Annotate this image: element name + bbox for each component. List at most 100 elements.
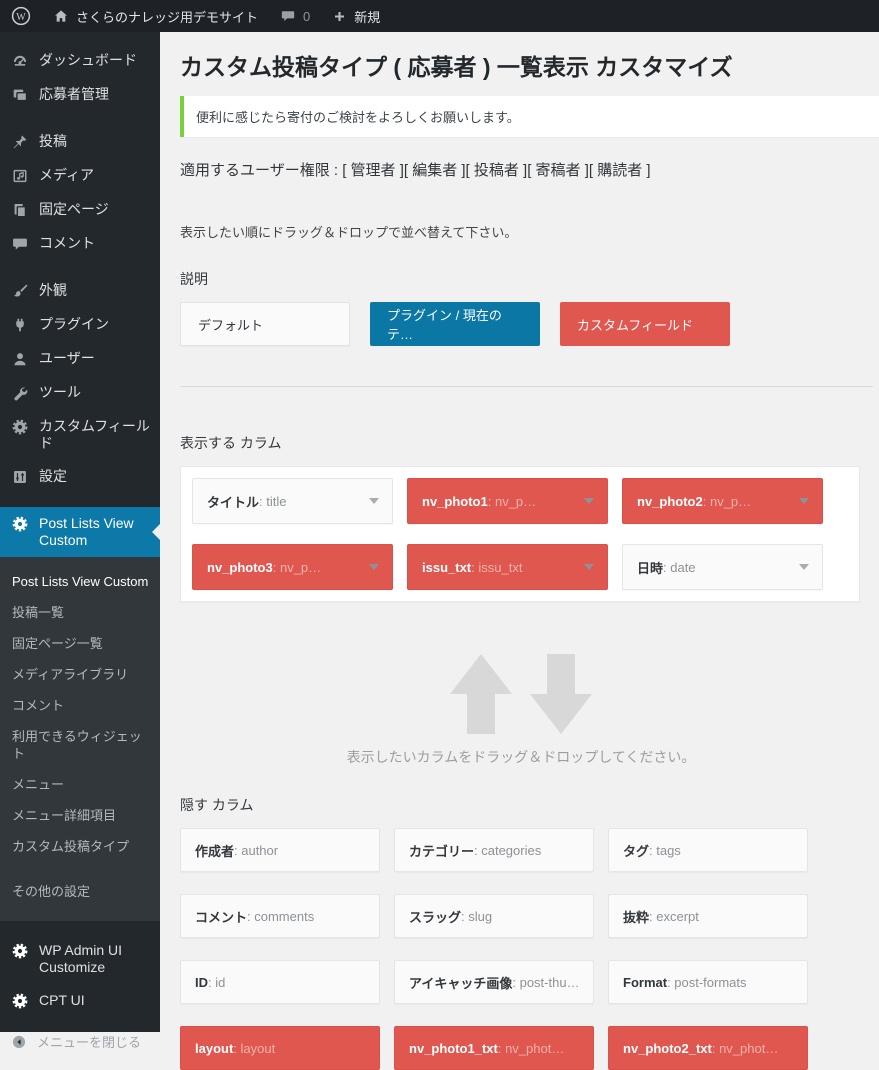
column-name: nv_photo1_txt	[409, 1041, 498, 1056]
wrench-icon	[11, 384, 29, 402]
submenu-item[interactable]: メディアライブラリ	[0, 659, 160, 690]
column-key: : post-thu…	[512, 975, 579, 990]
description-option-button[interactable]: カスタムフィールド	[560, 302, 730, 346]
sidebar-item-label: コメント	[39, 235, 151, 252]
wp-logo-button[interactable]: W	[0, 0, 42, 32]
column-name: Format	[623, 975, 667, 990]
sidebar-menu: ダッシュボード応募者管理投稿メディア固定ページコメント外観プラグインユーザーツー…	[0, 32, 160, 557]
sort-instruction: 表示したい順にドラッグ＆ドロップで並べ替えて下さい。	[180, 222, 879, 241]
submenu-item[interactable]: メニュー詳細項目	[0, 800, 160, 831]
gear-icon	[11, 418, 29, 436]
gear-icon	[11, 942, 29, 960]
hidden-column-box[interactable]: Format : post-formats	[608, 960, 808, 1004]
new-content-menu[interactable]: 新規	[321, 0, 391, 32]
caret-down-icon	[369, 498, 379, 504]
collapse-menu-button[interactable]: メニューを閉じる	[0, 1023, 160, 1059]
sidebar-item-label: 応募者管理	[39, 86, 151, 103]
description-label: 説明	[180, 269, 879, 289]
media-icon	[11, 167, 29, 185]
visible-column-dropdown[interactable]: nv_photo2 : nv_p…	[622, 478, 823, 524]
sidebar-item[interactable]: 応募者管理	[0, 78, 160, 112]
sidebar-item[interactable]: 投稿	[0, 125, 160, 159]
submenu-item[interactable]: 利用できるウィジェット	[0, 721, 160, 769]
column-key: : title	[259, 494, 286, 509]
sidebar-item-label: 投稿	[39, 133, 151, 150]
column-key: : nv_p…	[273, 560, 321, 575]
description-option-button[interactable]: デフォルト	[180, 302, 350, 346]
brush-icon	[11, 282, 29, 300]
sidebar-item[interactable]: コメント	[0, 227, 160, 261]
sidebar-item-label: Post Lists View Custom	[39, 515, 151, 549]
new-label: 新規	[354, 7, 380, 26]
column-name: nv_photo3	[207, 560, 273, 575]
sidebar-item-label: ダッシュボード	[39, 52, 151, 69]
caret-down-icon	[584, 564, 594, 570]
submenu-item[interactable]: 投稿一覧	[0, 597, 160, 628]
pages-icon	[11, 201, 29, 219]
caret-down-icon	[584, 498, 594, 504]
admin-bar: W さくらのナレッジ用デモサイト 0 新規	[0, 0, 879, 32]
sidebar-item[interactable]: 外観	[0, 274, 160, 308]
column-key: : nv_p…	[703, 494, 751, 509]
hidden-column-box[interactable]: カテゴリー : categories	[394, 828, 594, 872]
column-name: nv_photo1	[422, 494, 488, 509]
hidden-column-box[interactable]: タグ : tags	[608, 828, 808, 872]
visible-column-dropdown[interactable]: タイトル : title	[192, 478, 393, 524]
hidden-column-box[interactable]: nv_photo1_txt : nv_phot…	[394, 1026, 594, 1070]
hidden-column-box[interactable]: layout : layout	[180, 1026, 380, 1070]
visible-columns-dropzone[interactable]: タイトル : titlenv_photo1 : nv_p…nv_photo2 :…	[180, 466, 860, 602]
visible-column-dropdown[interactable]: issu_txt : issu_txt	[407, 544, 608, 590]
comment-icon	[11, 235, 29, 253]
column-key: : id	[208, 975, 225, 990]
column-key: : nv_phot…	[498, 1041, 565, 1056]
sidebar-item[interactable]: ダッシュボード	[0, 44, 160, 78]
sidebar-item[interactable]: ツール	[0, 376, 160, 410]
sidebar-item[interactable]: ユーザー	[0, 342, 160, 376]
sidebar-item-label: カスタムフィールド	[39, 418, 151, 452]
hidden-column-box[interactable]: 作成者 : author	[180, 828, 380, 872]
hidden-column-box[interactable]: コメント : comments	[180, 894, 380, 938]
submenu-item[interactable]: その他の設定	[0, 876, 160, 907]
sidebar-item[interactable]: 設定	[0, 460, 160, 494]
column-name: カテゴリー	[409, 841, 474, 860]
sliders-icon	[11, 468, 29, 486]
description-option-button[interactable]: プラグイン / 現在のテ…	[370, 302, 540, 346]
visible-column-dropdown[interactable]: nv_photo3 : nv_p…	[192, 544, 393, 590]
hidden-column-box[interactable]: ID : id	[180, 960, 380, 1004]
sidebar-item-active[interactable]: Post Lists View Custom	[0, 507, 160, 557]
caret-down-icon	[799, 564, 809, 570]
hidden-columns-label: 隠す カラム	[180, 795, 879, 815]
comment-count: 0	[303, 9, 310, 24]
collapse-arrow-icon	[11, 1034, 27, 1050]
column-key: : excerpt	[649, 909, 699, 924]
sidebar-item-label: 外観	[39, 282, 151, 299]
column-key: : slug	[461, 909, 492, 924]
sidebar-item[interactable]: CPT UI	[0, 984, 160, 1018]
submenu-item[interactable]: カスタム投稿タイプ	[0, 831, 160, 862]
page-title: カスタム投稿タイプ ( 応募者 ) 一覧表示 カスタマイズ	[180, 32, 879, 82]
hidden-column-box[interactable]: スラッグ : slug	[394, 894, 594, 938]
visible-columns-label: 表示する カラム	[180, 433, 879, 453]
submenu-item[interactable]: 固定ページ一覧	[0, 628, 160, 659]
sidebar-item[interactable]: カスタムフィールド	[0, 410, 160, 460]
sidebar-item-label: WP Admin UI Customize	[39, 942, 151, 976]
column-key: : comments	[247, 909, 314, 924]
sidebar-item-label: プラグイン	[39, 316, 151, 333]
submenu-item[interactable]: メニュー	[0, 769, 160, 800]
caret-down-icon	[799, 498, 809, 504]
sidebar-item[interactable]: WP Admin UI Customize	[0, 934, 160, 984]
visible-column-dropdown[interactable]: 日時 : date	[622, 544, 823, 590]
submenu-item[interactable]: Post Lists View Custom	[0, 566, 160, 597]
hidden-column-box[interactable]: 抜粋 : excerpt	[608, 894, 808, 938]
sidebar-item[interactable]: プラグイン	[0, 308, 160, 342]
hidden-column-box[interactable]: アイキャッチ画像 : post-thu…	[394, 960, 594, 1004]
comments-link[interactable]: 0	[269, 0, 321, 32]
hidden-column-box[interactable]: nv_photo2_txt : nv_phot…	[608, 1026, 808, 1070]
site-home-link[interactable]: さくらのナレッジ用デモサイト	[42, 0, 269, 32]
column-key: : issu_txt	[471, 560, 522, 575]
sidebar-item[interactable]: 固定ページ	[0, 193, 160, 227]
column-name: nv_photo2	[637, 494, 703, 509]
sidebar-item[interactable]: メディア	[0, 159, 160, 193]
submenu-item[interactable]: コメント	[0, 690, 160, 721]
visible-column-dropdown[interactable]: nv_photo1 : nv_p…	[407, 478, 608, 524]
